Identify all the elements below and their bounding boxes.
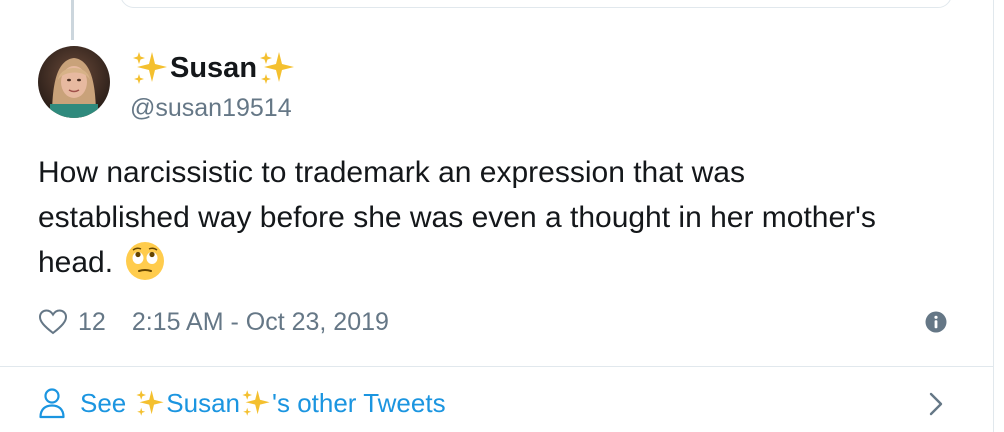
tweet-text: How narcissistic to trademark an express…: [38, 150, 958, 285]
chevron-right-icon[interactable]: [926, 390, 946, 418]
person-outline-icon: [39, 388, 65, 419]
author-name-text: Susan: [170, 52, 258, 84]
like-count[interactable]: 12: [78, 308, 106, 337]
tweet-text-line: established way before she was even a th…: [38, 201, 876, 234]
sparkles-emoji-icon: [260, 52, 295, 84]
avatar[interactable]: [38, 46, 110, 118]
sparkles-emoji-icon: [136, 390, 164, 416]
footer-suffix: 's other Tweets: [272, 387, 446, 418]
tweet-meta-row: 12 2:15 AM - Oct 23, 2019: [38, 302, 389, 342]
thread-connector-line: [71, 0, 74, 40]
info-icon[interactable]: [925, 311, 947, 333]
heart-outline-icon[interactable]: [38, 307, 68, 337]
see-other-tweets-link[interactable]: See Susan 's other Tweets: [38, 380, 446, 426]
rolling-eyes-emoji-icon: [126, 242, 165, 280]
sparkles-emoji-icon: [133, 52, 167, 84]
author-display-name[interactable]: Susan: [130, 44, 297, 92]
tweet-timestamp[interactable]: 2:15 AM - Oct 23, 2019: [132, 308, 389, 337]
tweet-text-line: head.: [38, 246, 114, 279]
footer-author-name: Susan: [166, 387, 240, 418]
previous-tweet-card-edge: [120, 0, 952, 8]
author-handle[interactable]: @susan19514: [130, 92, 292, 124]
sparkles-emoji-icon: [242, 390, 270, 416]
footer-divider: [0, 366, 994, 367]
tweet-text-line: How narcissistic to trademark an express…: [38, 156, 745, 189]
avatar-image: [38, 46, 110, 118]
tweet-embed: Susan @susan19514 How narcissistic to tr…: [0, 0, 1004, 432]
see-label: See: [80, 387, 127, 418]
tweet-text-line-last: head.: [38, 240, 958, 285]
